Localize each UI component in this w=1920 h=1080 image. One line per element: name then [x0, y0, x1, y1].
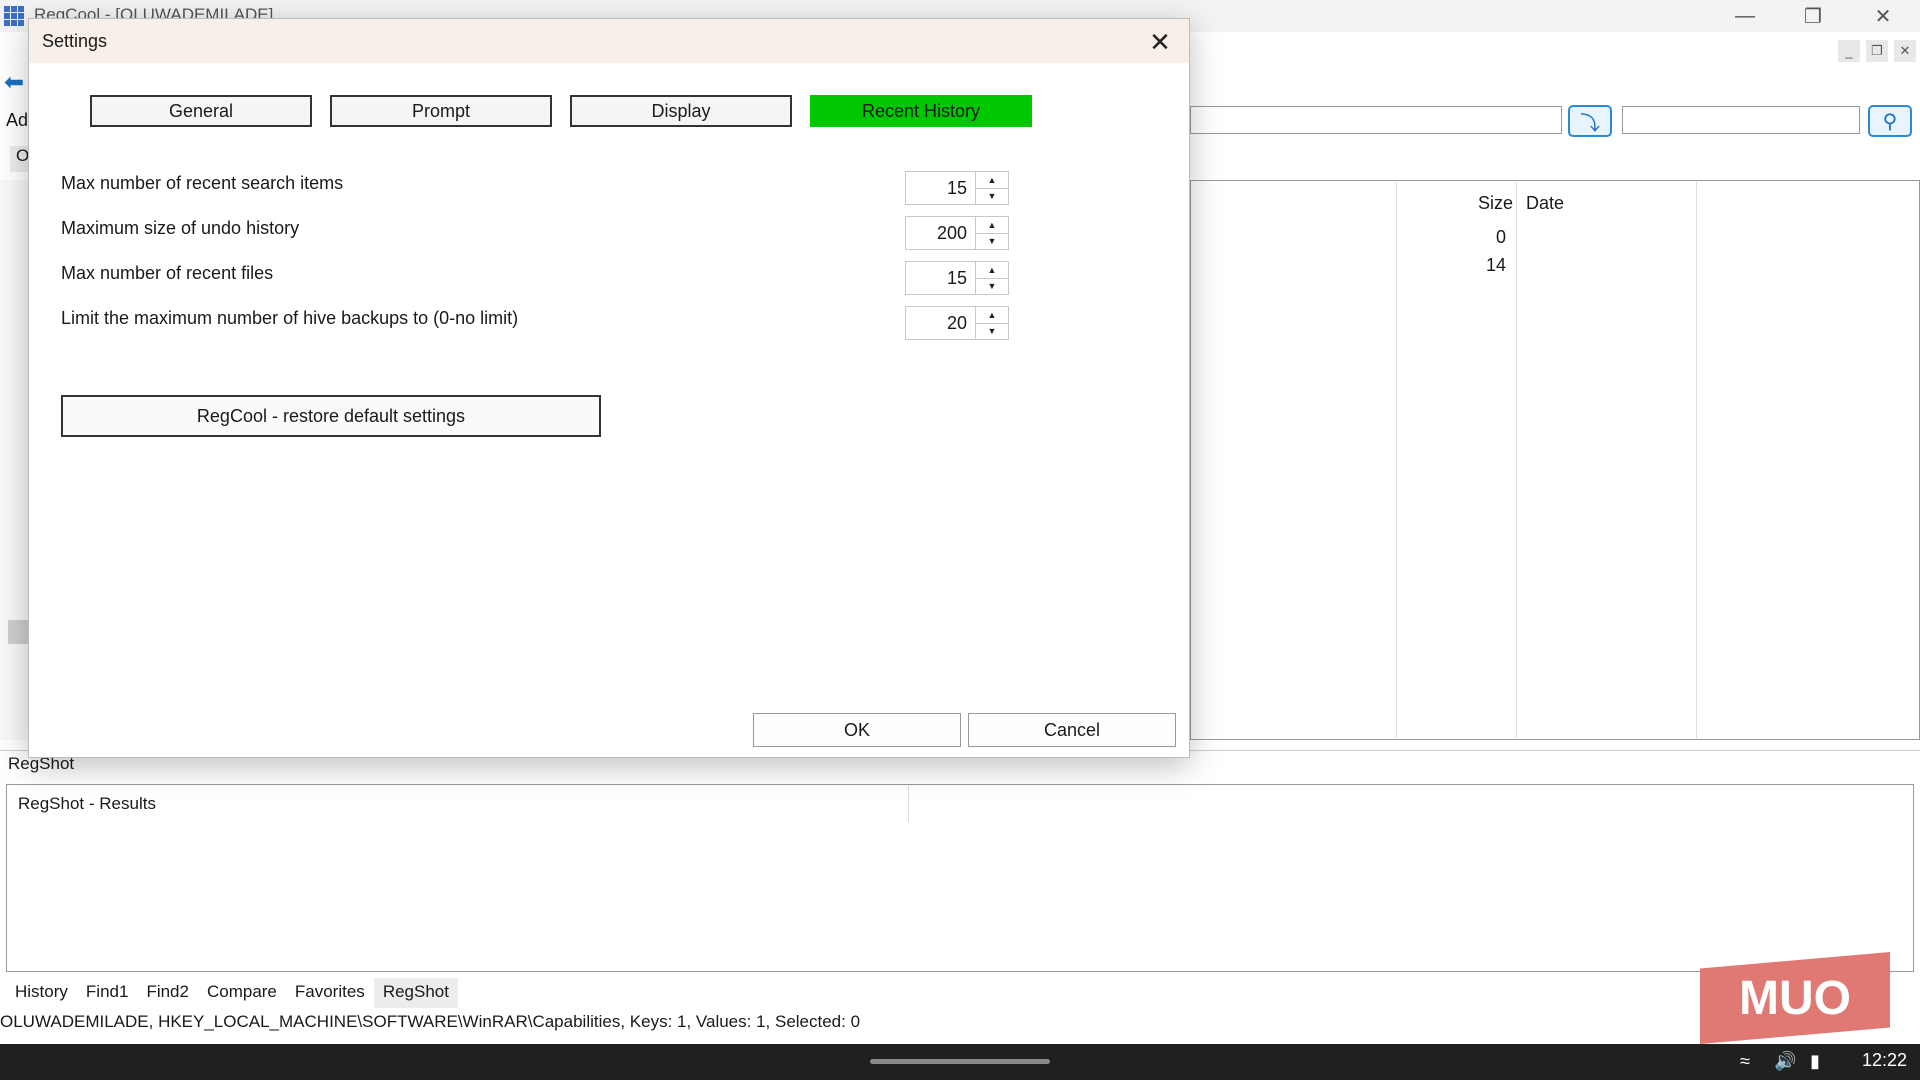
values-list[interactable] [1190, 180, 1920, 740]
setting-label-recent-files: Max number of recent files [61, 263, 274, 283]
table-cell-size: 0 [1495, 227, 1506, 247]
search-input[interactable] [1622, 106, 1860, 134]
settings-dialog: Settings ✕ General Prompt Display Recent… [28, 18, 1190, 758]
spinner-value[interactable]: 15 [905, 261, 975, 295]
recent-search-spinner[interactable]: 15 ▲ ▼ [905, 171, 1015, 205]
address-input[interactable] [1190, 106, 1562, 134]
tab-recent-history[interactable]: Recent History [810, 95, 1032, 127]
taskbar-clock: 12:22 [1862, 1050, 1908, 1070]
home-indicator[interactable] [870, 1059, 1050, 1064]
jump-icon[interactable]: ⤵ [1568, 105, 1612, 137]
column-header-date[interactable]: Date [1526, 193, 1564, 214]
tab-prompt[interactable]: Prompt [330, 95, 552, 127]
spin-down-icon[interactable]: ▼ [976, 189, 1008, 205]
minimize-icon[interactable]: — [1710, 0, 1780, 32]
tab-regshot[interactable]: RegShot [373, 978, 458, 1008]
spin-down-icon[interactable]: ▼ [976, 324, 1008, 340]
dialog-title: Settings [42, 31, 108, 51]
spin-up-icon[interactable]: ▲ [976, 307, 1008, 324]
battery-icon[interactable]: ▮ [1810, 1051, 1820, 1072]
tab-general[interactable]: General [90, 95, 312, 127]
bottom-tab-bar: History Find1 Find2 Compare Favorites Re… [6, 978, 458, 1008]
close-icon[interactable]: ✕ [1848, 0, 1918, 32]
setting-label-hive-backups: Limit the maximum number of hive backups… [61, 308, 519, 328]
close-icon[interactable]: ✕ [1143, 25, 1177, 59]
wifi-icon[interactable]: ≈ [1740, 1051, 1750, 1072]
search-icon[interactable]: ⚲ [1868, 105, 1912, 137]
spin-up-icon[interactable]: ▲ [976, 217, 1008, 234]
tab-display[interactable]: Display [570, 95, 792, 127]
spinner-value[interactable]: 200 [905, 216, 975, 250]
tab-compare[interactable]: Compare [198, 978, 286, 1008]
tab-history[interactable]: History [6, 978, 77, 1008]
column-separator [1396, 182, 1397, 738]
tree-panel[interactable] [0, 180, 29, 740]
status-bar-text: OLUWADEMILADE, HKEY_LOCAL_MACHINE\SOFTWA… [0, 1012, 861, 1031]
regshot-results-title: RegShot - Results [18, 794, 156, 813]
regshot-results-panel[interactable] [6, 784, 1914, 972]
mdi-close-icon[interactable]: ✕ [1894, 40, 1916, 62]
column-separator [908, 786, 909, 822]
spin-up-icon[interactable]: ▲ [976, 172, 1008, 189]
spinner-value[interactable]: 15 [905, 171, 975, 205]
column-separator [1696, 182, 1697, 738]
undo-history-spinner[interactable]: 200 ▲ ▼ [905, 216, 1015, 250]
spin-down-icon[interactable]: ▼ [976, 234, 1008, 250]
restore-icon[interactable]: ❐ [1778, 0, 1848, 32]
mdi-minimize-icon[interactable]: _ [1838, 40, 1860, 62]
recent-files-spinner[interactable]: 15 ▲ ▼ [905, 261, 1015, 295]
toolbar-label: Ad [6, 110, 29, 130]
setting-label-undo-history: Maximum size of undo history [61, 218, 300, 238]
tab-favorites[interactable]: Favorites [286, 978, 374, 1008]
scrollbar-thumb[interactable] [8, 620, 28, 644]
restore-defaults-button[interactable]: RegCool - restore default settings [61, 395, 601, 437]
mdi-restore-icon[interactable]: ❐ [1866, 40, 1888, 62]
tab-find2[interactable]: Find2 [137, 978, 198, 1008]
dialog-title-bar[interactable] [29, 19, 1189, 63]
setting-label-recent-search: Max number of recent search items [61, 173, 344, 193]
volume-icon[interactable]: 🔊 [1774, 1051, 1796, 1072]
spin-up-icon[interactable]: ▲ [976, 262, 1008, 279]
spinner-value[interactable]: 20 [905, 306, 975, 340]
cancel-button[interactable]: Cancel [968, 713, 1176, 747]
table-cell-size: 14 [1485, 255, 1506, 275]
back-arrow-icon[interactable]: ⬅ [4, 68, 24, 97]
app-icon [4, 6, 24, 26]
hive-backups-spinner[interactable]: 20 ▲ ▼ [905, 306, 1015, 340]
column-separator [1516, 182, 1517, 738]
spin-down-icon[interactable]: ▼ [976, 279, 1008, 295]
column-header-size[interactable]: Size [1478, 193, 1513, 214]
ok-button[interactable]: OK [753, 713, 961, 747]
tab-find1[interactable]: Find1 [77, 978, 138, 1008]
